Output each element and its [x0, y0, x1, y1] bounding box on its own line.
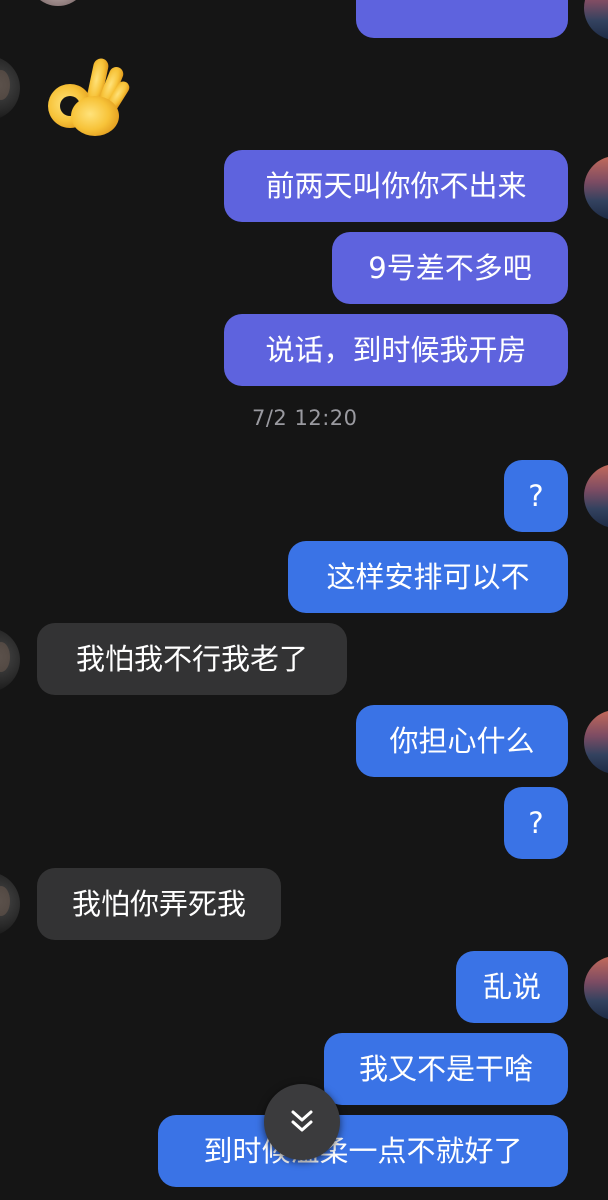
message-text: 我怕你弄死我: [71, 887, 246, 921]
message-text: 前两天叫你你不出来: [265, 169, 527, 203]
ok-hand-emoji-icon[interactable]: [40, 48, 130, 140]
message-bubble-in[interactable]: 我怕我不行我老了: [37, 623, 347, 695]
message-text: 我又不是干啥: [358, 1052, 533, 1086]
message-bubble-out[interactable]: 前两天叫你你不出来: [224, 150, 568, 222]
message-bubble-out-partial[interactable]: [356, 0, 568, 38]
avatar-partial-top[interactable]: [28, 0, 88, 6]
message-text: 说话，到时候我开房: [265, 333, 527, 367]
avatar-contact[interactable]: [0, 56, 20, 120]
message-text: 我怕我不行我老了: [75, 642, 308, 676]
scroll-to-bottom-button[interactable]: [264, 1084, 340, 1160]
message-text: 到时候温柔一点不就好了: [203, 1134, 523, 1168]
chat-screen: 前两天叫你你不出来 9号差不多吧 说话，到时候我开房 7/2 12:20 ? 这…: [0, 0, 608, 1200]
double-chevron-down-icon: [291, 1110, 313, 1132]
message-text: 你担心什么: [389, 724, 535, 758]
avatar-me[interactable]: [584, 956, 608, 1020]
avatar-contact[interactable]: [0, 872, 20, 936]
message-bubble-in[interactable]: 我怕你弄死我: [37, 868, 281, 940]
avatar-me[interactable]: [584, 464, 608, 528]
message-bubble-out[interactable]: ?: [504, 460, 568, 532]
message-text: 9号差不多吧: [368, 251, 532, 285]
message-text: ?: [528, 806, 544, 840]
message-text: 这样安排可以不: [326, 560, 530, 594]
avatar-me[interactable]: [584, 710, 608, 774]
message-bubble-out[interactable]: ?: [504, 787, 568, 859]
message-text: ?: [528, 479, 544, 513]
message-text: 乱说: [482, 970, 541, 1004]
message-bubble-out[interactable]: 到时候温柔一点不就好了: [158, 1115, 568, 1187]
avatar-me[interactable]: [584, 156, 608, 220]
message-bubble-out[interactable]: 说话，到时候我开房: [224, 314, 568, 386]
message-bubble-out[interactable]: 这样安排可以不: [288, 541, 568, 613]
avatar-me-partial[interactable]: [584, 0, 608, 40]
message-bubble-out[interactable]: 你担心什么: [356, 705, 568, 777]
message-bubble-out[interactable]: 乱说: [456, 951, 568, 1023]
avatar-contact[interactable]: [0, 628, 20, 692]
message-bubble-out[interactable]: 9号差不多吧: [332, 232, 568, 304]
message-bubble-out[interactable]: 我又不是干啥: [324, 1033, 568, 1105]
